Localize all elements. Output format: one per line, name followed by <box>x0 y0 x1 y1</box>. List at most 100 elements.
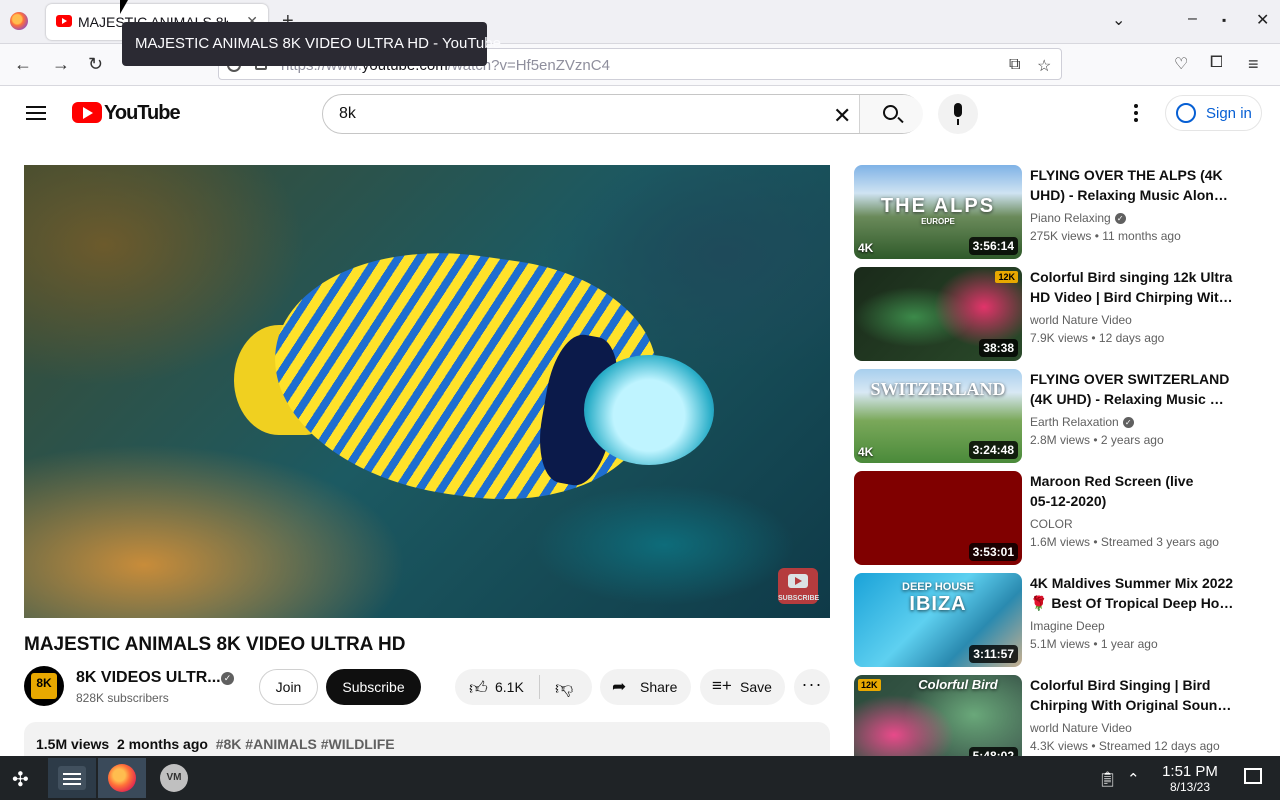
clear-search-icon[interactable]: ✕ <box>833 103 851 129</box>
verified-badge-icon: ✓ <box>1122 417 1134 429</box>
recommendation-item[interactable]: DEEP HOUSE IBIZA 3:11:57 4K Maldives Sum… <box>854 573 1234 667</box>
reload-button[interactable]: ↻ <box>88 54 103 75</box>
recommendation-item[interactable]: 12K 38:38 Colorful Bird singing 12k Ultr… <box>854 267 1234 361</box>
search-icon <box>883 105 898 120</box>
recommendation-channel[interactable]: Earth Relaxation ✓ <box>1030 415 1134 429</box>
taskbar-system-settings[interactable] <box>48 758 96 798</box>
youtube-logo-text[interactable]: YouTube <box>104 102 181 125</box>
recommendation-stats: 7.9K views • 12 days ago <box>1030 331 1165 345</box>
bookmark-star-icon[interactable]: ☆ <box>1037 56 1051 76</box>
clock[interactable]: 1:51 PM 8/13/23 <box>1152 763 1228 794</box>
share-button[interactable]: ➦ Share <box>600 669 691 705</box>
like-count[interactable]: 6.1K <box>495 679 524 695</box>
vm-app-icon: VM <box>160 764 188 792</box>
clipboard-icon[interactable]: 📋︎ <box>1098 770 1117 788</box>
recommendation-title[interactable]: Colorful Bird singing 12k Ultra HD Video … <box>1030 267 1234 307</box>
app-menu-icon[interactable]: ≡ <box>1248 54 1259 75</box>
recommendation-thumbnail[interactable]: THE ALPS EUROPE 4K 3:56:14 <box>854 165 1022 259</box>
recommendation-title[interactable]: Colorful Bird Singing | Bird Chirping Wit… <box>1030 675 1234 715</box>
recommendation-item[interactable]: SWITZERLAND 4K 3:24:48 FLYING OVER SWITZ… <box>854 369 1234 463</box>
minimize-button[interactable]: – <box>1188 10 1197 28</box>
recommendation-item[interactable]: THE ALPS EUROPE 4K 3:56:14 FLYING OVER T… <box>854 165 1234 259</box>
recommendation-stats: 4.3K views • Streamed 12 days ago <box>1030 739 1220 753</box>
upload-age: 2 months ago <box>116 736 208 752</box>
settings-menu-icon[interactable] <box>1134 104 1138 124</box>
share-icon: ➦ <box>612 677 627 696</box>
recommendation-thumbnail[interactable]: DEEP HOUSE IBIZA 3:11:57 <box>854 573 1022 667</box>
mouse-cursor-icon <box>120 0 128 14</box>
picture-in-picture-icon[interactable]: ⧉ <box>1009 56 1020 74</box>
watermark-text: SUBSCRIBE <box>778 595 820 602</box>
sign-in-button[interactable]: Sign in <box>1165 95 1262 131</box>
recommendation-channel[interactable]: world Nature Video <box>1030 313 1132 327</box>
save-button[interactable]: ≡+ Save <box>700 669 785 705</box>
recommendation-stats: 275K views • 11 months ago <box>1030 229 1181 243</box>
recommendation-title[interactable]: FLYING OVER THE ALPS (4K UHD) - Relaxing … <box>1030 165 1234 205</box>
firefox-view-icon[interactable] <box>10 12 28 30</box>
taskbar-vm[interactable]: VM <box>150 758 198 798</box>
show-desktop-button[interactable] <box>1244 768 1262 784</box>
quality-badge: 4K <box>858 445 874 459</box>
channel-avatar[interactable]: 8K <box>24 666 64 706</box>
guide-menu-icon[interactable] <box>26 106 46 120</box>
like-icon[interactable]: 👍︎ <box>469 677 488 699</box>
channel-name[interactable]: 8K VIDEOS ULTR... <box>76 669 221 687</box>
more-actions-button[interactable]: ··· <box>794 669 830 705</box>
description-meta: 1.5M views 2 months ago #8K #ANIMALS #WI… <box>36 736 395 752</box>
recommendation-thumbnail[interactable]: 12K Colorful Bird 5:48:02 <box>854 675 1022 769</box>
save-label: Save <box>740 679 772 695</box>
recommendation-stats: 5.1M views • 1 year ago <box>1030 637 1158 651</box>
recommendation-title[interactable]: FLYING OVER SWITZERLAND (4K UHD) - Relaxi… <box>1030 369 1234 409</box>
search-box: ✕ <box>322 94 923 134</box>
extensions-icon[interactable]: ⧠ <box>1210 54 1223 72</box>
close-window-button[interactable]: ✕ <box>1256 10 1269 30</box>
video-duration: 3:24:48 <box>968 441 1018 459</box>
recommendation-stats: 1.6M views • Streamed 3 years ago <box>1030 535 1219 549</box>
application-launcher[interactable]: ✣ <box>0 758 48 798</box>
recommendation-channel[interactable]: Imagine Deep <box>1030 619 1105 633</box>
pocket-icon[interactable]: ♡ <box>1174 54 1188 74</box>
join-button[interactable]: Join <box>259 669 318 705</box>
list-all-tabs-icon[interactable]: ⌄ <box>1112 10 1125 30</box>
settings-app-icon <box>58 766 86 790</box>
hashtags[interactable]: #8K #ANIMALS #WILDLIFE <box>216 736 395 752</box>
back-button[interactable]: ← <box>14 54 32 75</box>
clock-time: 1:51 PM <box>1162 763 1218 780</box>
taskbar: ✣ VM 📋︎ ⌃ 1:51 PM 8/13/23 <box>0 756 1280 800</box>
account-icon <box>1176 103 1196 123</box>
maximize-button[interactable]: ▪ <box>1222 13 1226 27</box>
recommendation-thumbnail[interactable]: SWITZERLAND 4K 3:24:48 <box>854 369 1022 463</box>
view-count: 1.5M views <box>36 736 110 752</box>
sign-in-label: Sign in <box>1206 105 1252 122</box>
youtube-logo-icon[interactable] <box>72 102 102 123</box>
dislike-icon[interactable]: 👎︎ <box>555 677 573 699</box>
tray-expand-icon[interactable]: ⌃ <box>1127 770 1140 788</box>
youtube-header: YouTube ✕ Sign in <box>0 86 1280 142</box>
search-input[interactable] <box>323 95 859 133</box>
subscribe-watermark[interactable]: SUBSCRIBE <box>778 568 820 604</box>
video-duration: 3:56:14 <box>968 237 1018 255</box>
subscriber-count: 828K subscribers <box>76 691 169 705</box>
voice-search-button[interactable] <box>938 94 978 134</box>
recommendation-channel[interactable]: Piano Relaxing ✓ <box>1030 211 1126 225</box>
playlist-add-icon: ≡+ <box>712 676 732 695</box>
thumbnail-overlay-subtext: DEEP HOUSE <box>902 581 974 593</box>
recommendation-thumbnail[interactable]: 12K 38:38 <box>854 267 1022 361</box>
recommendation-title[interactable]: Maroon Red Screen (live 05-12-2020) <box>1030 471 1234 511</box>
verified-badge-icon: ✓ <box>221 672 234 685</box>
recommendation-channel[interactable]: COLOR <box>1030 517 1073 531</box>
forward-button[interactable]: → <box>52 54 70 75</box>
search-button[interactable] <box>859 95 923 133</box>
video-player[interactable]: SUBSCRIBE <box>24 165 830 618</box>
recommendation-channel[interactable]: world Nature Video <box>1030 721 1132 735</box>
recommendation-item[interactable]: 3:53:01 Maroon Red Screen (live 05-12-202… <box>854 471 1234 565</box>
thumbnail-overlay-subtext: EUROPE <box>921 217 955 226</box>
recommendation-stats: 2.8M views • 2 years ago <box>1030 433 1164 447</box>
taskbar-firefox[interactable] <box>98 758 146 798</box>
youtube-play-icon <box>788 574 808 588</box>
recommendation-item[interactable]: 12K Colorful Bird 5:48:02 Colorful Bird … <box>854 675 1234 769</box>
recommendation-thumbnail[interactable]: 3:53:01 <box>854 471 1022 565</box>
subscribe-button[interactable]: Subscribe <box>326 669 421 705</box>
microphone-icon <box>954 103 962 125</box>
recommendation-title[interactable]: 4K Maldives Summer Mix 2022 🌹 Best Of Tro… <box>1030 573 1234 613</box>
